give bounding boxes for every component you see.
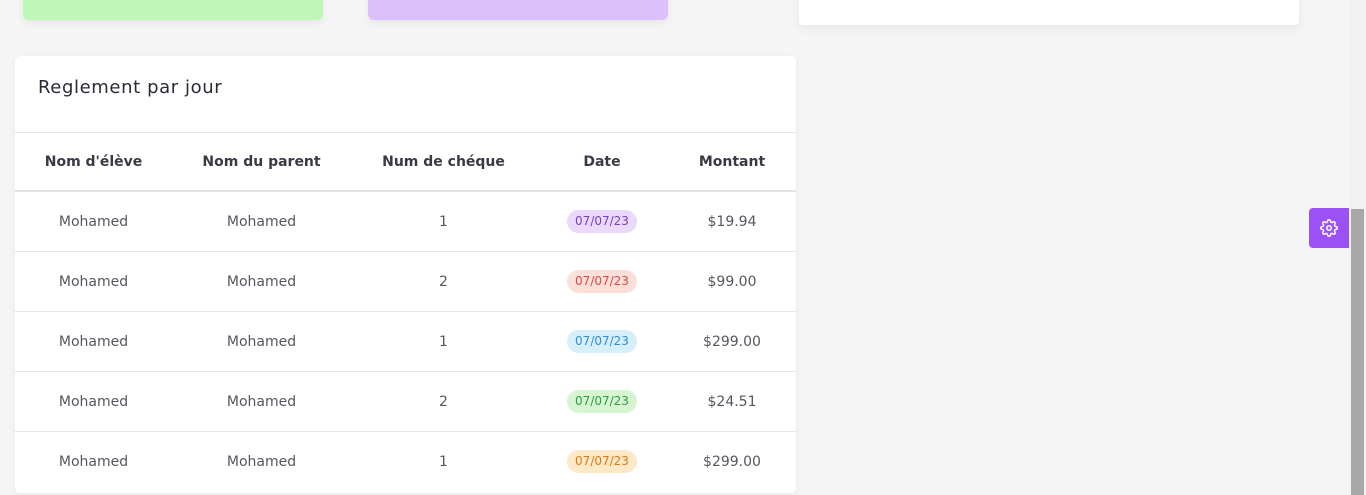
cell-cheque-number: 1 bbox=[439, 453, 448, 470]
cell-amount: $24.51 bbox=[668, 371, 796, 432]
cell-student-name: Mohamed bbox=[15, 311, 172, 372]
cell-cheque-number: 1 bbox=[351, 191, 536, 252]
cell-cheque-number: 2 bbox=[351, 251, 536, 312]
scrollbar-thumb[interactable] bbox=[1351, 209, 1364, 495]
table-row[interactable]: Mohamed Mohamed 1 07/07/23 $299.00 bbox=[15, 432, 796, 492]
header-parent-name[interactable]: Nom du parent bbox=[172, 133, 351, 192]
cell-amount: $299.00 bbox=[703, 453, 761, 470]
card-title: Reglement par jour bbox=[15, 56, 796, 133]
cell-date: 07/07/23 bbox=[536, 251, 668, 312]
gear-icon bbox=[1320, 219, 1338, 237]
cell-date: 07/07/23 bbox=[536, 371, 668, 432]
table-row[interactable]: Mohamed Mohamed 2 07/07/23 $99.00 bbox=[15, 251, 796, 312]
date-badge: 07/07/23 bbox=[567, 270, 637, 293]
cell-cheque-number: 2 bbox=[351, 371, 536, 432]
cell-student-name: Mohamed bbox=[15, 251, 172, 312]
header-row: Nom d'élève Nom du parent Num de chéque … bbox=[15, 133, 796, 192]
table-row[interactable]: Mohamed Mohamed 1 07/07/23 $299.00 bbox=[15, 311, 796, 372]
header-cheque-number[interactable]: Num de chéque bbox=[351, 133, 536, 192]
date-badge: 07/07/23 bbox=[567, 330, 637, 353]
date-badge: 07/07/23 bbox=[567, 450, 637, 473]
page: Reglement par jour Nom d'élève Nom du pa… bbox=[0, 0, 1366, 495]
cell-parent-name: Mohamed bbox=[172, 191, 351, 252]
table-body: Mohamed Mohamed 1 07/07/23 $19.94 Mohame… bbox=[15, 191, 796, 491]
cell-amount: $99.00 bbox=[668, 251, 796, 312]
cell-date: 07/07/23 bbox=[536, 311, 668, 372]
header-student-name[interactable]: Nom d'élève bbox=[15, 133, 172, 192]
table-header: Nom d'élève Nom du parent Num de chéque … bbox=[15, 133, 796, 192]
payments-table: Nom d'élève Nom du parent Num de chéque … bbox=[15, 133, 796, 491]
date-badge: 07/07/23 bbox=[567, 210, 637, 233]
table-row[interactable]: Mohamed Mohamed 1 07/07/23 $19.94 bbox=[15, 191, 796, 252]
cell-date: 07/07/23 bbox=[536, 191, 668, 252]
stat-card-green bbox=[23, 0, 323, 20]
payments-card: Reglement par jour Nom d'élève Nom du pa… bbox=[15, 56, 796, 493]
cell-amount: $299.00 bbox=[668, 311, 796, 372]
cell-date: 07/07/23 bbox=[536, 432, 668, 492]
cell-amount: $19.94 bbox=[668, 191, 796, 252]
cell-parent-name: Mohamed bbox=[226, 453, 297, 470]
cell-parent-name: Mohamed bbox=[172, 251, 351, 312]
cell-student-name: Mohamed bbox=[15, 191, 172, 252]
cell-student-name: Mohamed bbox=[58, 453, 129, 470]
cell-student-name: Mohamed bbox=[15, 371, 172, 432]
settings-button[interactable] bbox=[1309, 208, 1349, 248]
cell-parent-name: Mohamed bbox=[172, 371, 351, 432]
cell-parent-name: Mohamed bbox=[172, 311, 351, 372]
stat-card-purple bbox=[368, 0, 668, 20]
top-panel bbox=[799, 0, 1299, 25]
date-badge: 07/07/23 bbox=[567, 390, 637, 413]
header-date[interactable]: Date bbox=[536, 133, 668, 192]
cell-cheque-number: 1 bbox=[351, 311, 536, 372]
header-amount[interactable]: Montant bbox=[668, 133, 796, 192]
table-row[interactable]: Mohamed Mohamed 2 07/07/23 $24.51 bbox=[15, 371, 796, 432]
